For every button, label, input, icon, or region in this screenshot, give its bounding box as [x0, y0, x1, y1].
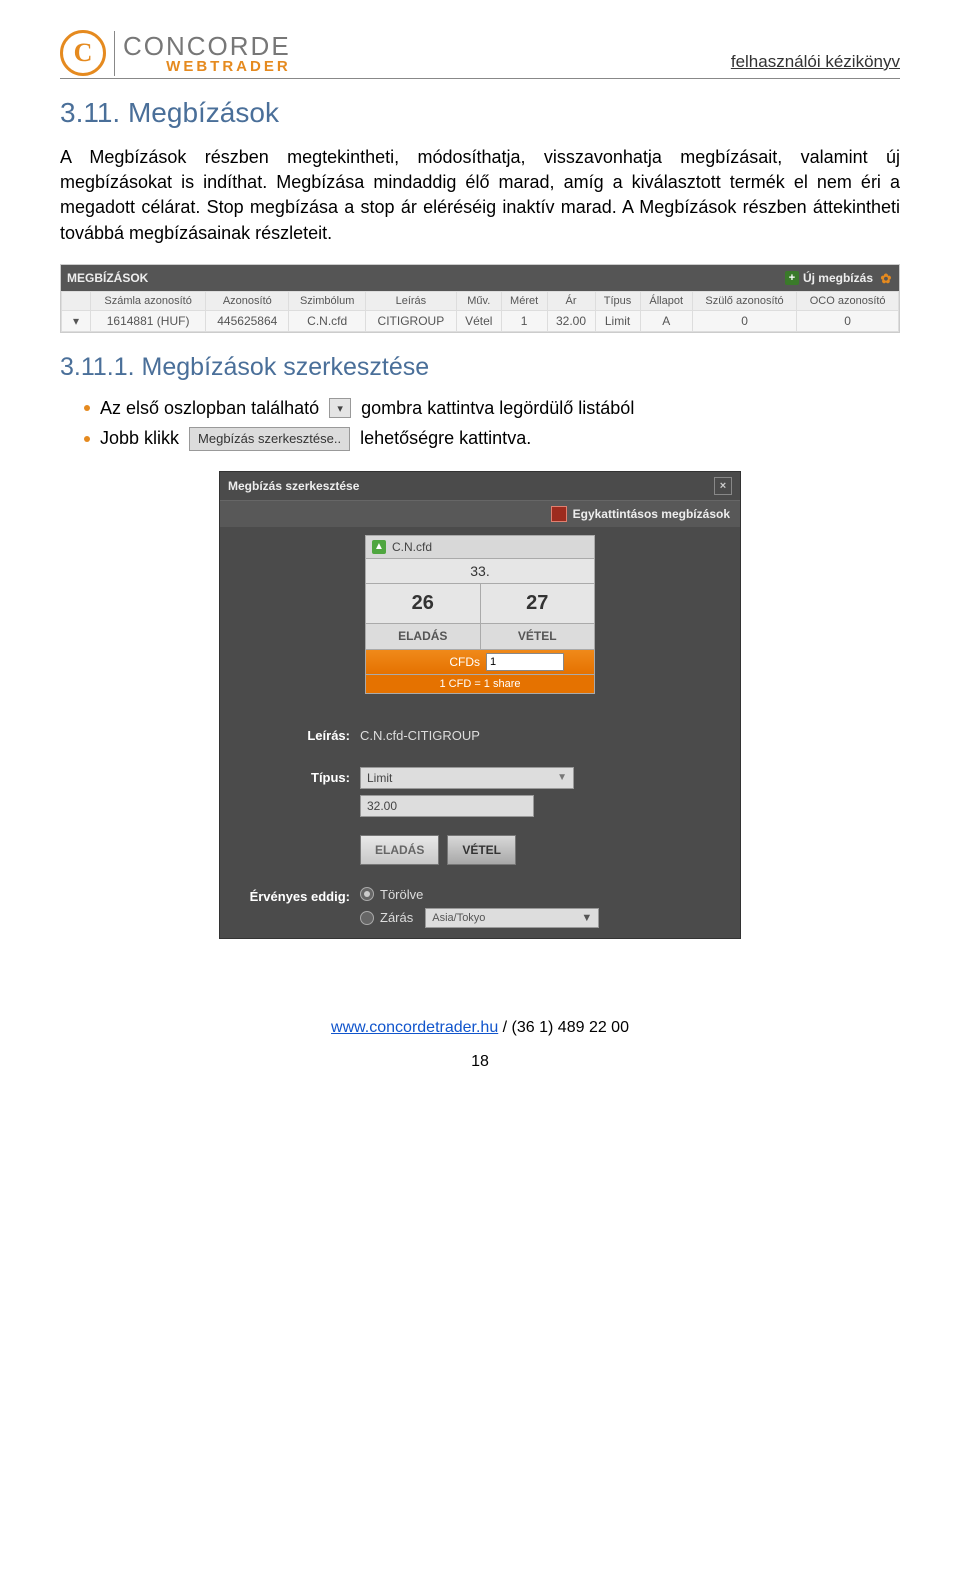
description-value: C.N.cfd-CITIGROUP [360, 728, 740, 743]
page-header: C CONCORDE WEBTRADER felhasználói kézikö… [60, 30, 900, 79]
radio-icon [360, 911, 374, 925]
col-header[interactable]: Típus [595, 291, 640, 310]
logo-c-icon: C [60, 30, 106, 76]
new-order-label: Új megbízás [803, 271, 873, 285]
bullet-text: Az első oszlopban található [100, 398, 319, 419]
timezone-value: Asia/Tokyo [432, 909, 485, 927]
bullet-item: Jobb klikk Megbízás szerkesztése.. lehet… [60, 427, 900, 451]
bullet-text: lehetőségre kattintva. [360, 428, 531, 449]
close-icon[interactable]: × [714, 477, 732, 495]
header-subtitle: felhasználói kézikönyv [731, 52, 900, 76]
col-header[interactable]: Leírás [365, 291, 456, 310]
radio-icon [360, 887, 374, 901]
section-paragraph: A Megbízások részben megtekintheti, módo… [60, 145, 900, 246]
cell: A [640, 310, 692, 331]
radio-label: Zárás [380, 910, 413, 925]
col-header[interactable]: Azonosító [206, 291, 289, 310]
orders-panel-title: MEGBÍZÁSOK [67, 271, 148, 285]
valid-option-deleted[interactable]: Törölve [360, 887, 599, 902]
type-label: Típus: [220, 770, 360, 785]
bullet-text: gombra kattintva legördülő listából [361, 398, 634, 419]
bullet-text: Jobb klikk [100, 428, 179, 449]
new-order-button[interactable]: + Új megbízás [785, 271, 873, 285]
dialog-title: Megbízás szerkesztése [228, 479, 359, 493]
timezone-select[interactable]: Asia/Tokyo ▼ [425, 908, 599, 928]
bullet-item: Az első oszlopban található ▾ gombra kat… [60, 398, 900, 419]
subsection-heading: 3.11.1. Megbízások szerkesztése [60, 353, 900, 382]
buy-button[interactable]: VÉTEL [447, 835, 516, 865]
col-header[interactable]: Ár [547, 291, 595, 310]
orders-panel: MEGBÍZÁSOK + Új megbízás ✿ Számla azonos… [60, 264, 900, 333]
footer-phone: / (36 1) 489 22 00 [498, 1019, 629, 1036]
col-header[interactable]: Méret [501, 291, 547, 310]
edit-order-dialog: Megbízás szerkesztése × Egykattintásos m… [219, 471, 741, 939]
brand-name: CONCORDE [123, 33, 291, 59]
oneclick-label[interactable]: Egykattintásos megbízások [573, 507, 730, 521]
bid-price: 26 [365, 584, 480, 624]
sell-side-label[interactable]: ELADÁS [365, 624, 480, 650]
price-ticket: ▲ C.N.cfd 33. 26 27 ELADÁS VÉTEL CFDs [365, 535, 595, 694]
chevron-down-icon: ▼ [581, 909, 592, 927]
cell: 32.00 [547, 310, 595, 331]
cell: 1614881 (HUF) [91, 310, 206, 331]
bullet-icon [84, 436, 90, 442]
arrow-up-icon: ▲ [372, 540, 386, 554]
table-row[interactable]: ▾ 1614881 (HUF) 445625864 C.N.cfd CITIGR… [62, 310, 899, 331]
col-header[interactable]: Műv. [456, 291, 501, 310]
bullet-icon [84, 405, 90, 411]
price-input[interactable]: 32.00 [360, 795, 534, 817]
chevron-down-icon: ▼ [557, 768, 567, 788]
col-header[interactable]: OCO azonosító [797, 291, 899, 310]
col-header[interactable]: Szülő azonosító [692, 291, 796, 310]
section-heading: 3.11. Megbízások [60, 97, 900, 129]
orders-panel-header: MEGBÍZÁSOK + Új megbízás ✿ [61, 265, 899, 291]
col-header[interactable]: Szimbólum [289, 291, 366, 310]
logo-divider [114, 31, 115, 76]
cfd-ratio-note: 1 CFD = 1 share [365, 675, 595, 694]
page-number: 18 [60, 1053, 900, 1071]
big-figure: 33. [365, 559, 595, 584]
cell: 0 [797, 310, 899, 331]
cell: C.N.cfd [289, 310, 366, 331]
logo: C CONCORDE WEBTRADER [60, 30, 291, 76]
ticket-symbol: C.N.cfd [392, 540, 432, 554]
cell: 445625864 [206, 310, 289, 331]
cell: CITIGROUP [365, 310, 456, 331]
valid-option-close[interactable]: Zárás Asia/Tokyo ▼ [360, 908, 599, 928]
cfds-input[interactable] [486, 653, 564, 671]
cell: Limit [595, 310, 640, 331]
col-header[interactable]: Számla azonosító [91, 291, 206, 310]
col-header[interactable]: Állapot [640, 291, 692, 310]
buy-side-label[interactable]: VÉTEL [480, 624, 596, 650]
ask-price: 27 [480, 584, 596, 624]
footer: www.concordetrader.hu / (36 1) 489 22 00 [60, 1019, 900, 1037]
price-value: 32.00 [367, 796, 397, 816]
valid-until-label: Érvényes eddig: [220, 887, 360, 904]
cell: Vétel [456, 310, 501, 331]
radio-label: Törölve [380, 887, 423, 902]
orders-table: Számla azonosító Azonosító Szimbólum Leí… [61, 291, 899, 332]
gear-icon[interactable]: ✿ [879, 271, 893, 285]
type-value: Limit [367, 768, 392, 788]
sell-button[interactable]: ELADÁS [360, 835, 439, 865]
type-select[interactable]: Limit ▼ [360, 767, 574, 789]
dropdown-icon[interactable]: ▾ [329, 398, 351, 418]
cell: 1 [501, 310, 547, 331]
brand-sub: WEBTRADER [123, 59, 291, 74]
edit-order-menu-item[interactable]: Megbízás szerkesztése.. [189, 427, 350, 451]
cell: 0 [692, 310, 796, 331]
oneclick-icon [551, 506, 567, 522]
footer-link[interactable]: www.concordetrader.hu [331, 1019, 498, 1036]
plus-icon: + [785, 271, 799, 285]
expand-row-icon[interactable]: ▾ [62, 310, 91, 331]
description-label: Leírás: [220, 728, 360, 743]
cfds-label: CFDs [366, 655, 486, 669]
